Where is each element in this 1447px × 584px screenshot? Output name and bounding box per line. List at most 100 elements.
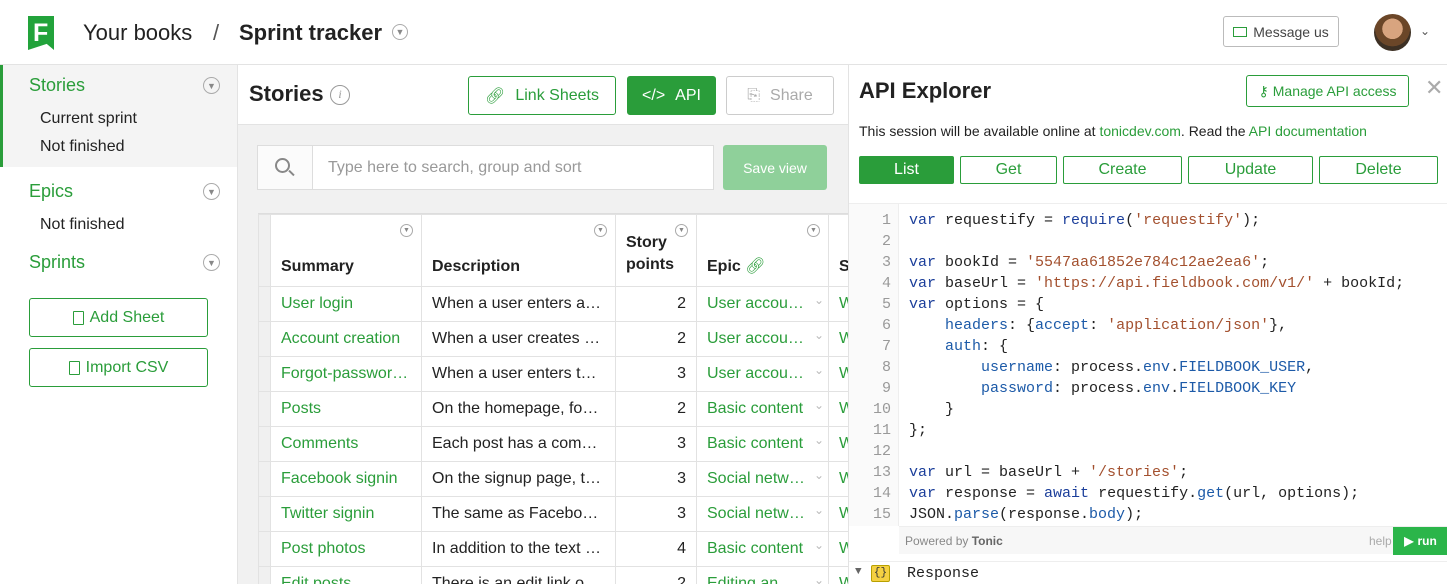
- cell-epic[interactable]: User accou…: [696, 356, 829, 392]
- cell-summary[interactable]: Forgot-passwor…: [270, 356, 422, 392]
- cell-story-points[interactable]: 2: [615, 286, 697, 322]
- column-header-description[interactable]: Description ▼: [421, 214, 616, 287]
- cell-description[interactable]: In addition to the text …: [421, 531, 616, 567]
- chevron-down-icon[interactable]: ▼: [203, 183, 220, 200]
- code-line[interactable]: 11};: [849, 420, 927, 441]
- avatar[interactable]: [1374, 14, 1411, 51]
- chevron-down-icon[interactable]: ▼: [594, 224, 607, 237]
- cell-s[interactable]: W: [828, 426, 848, 462]
- code-line[interactable]: 6 headers: {accept: 'application/json'},: [849, 315, 1287, 336]
- cell-summary[interactable]: Edit posts: [270, 566, 422, 584]
- cell-story-points[interactable]: 3: [615, 426, 697, 462]
- code-editor[interactable]: 1 var requestify = require('requestify');…: [849, 203, 1447, 558]
- code-line[interactable]: 2: [849, 231, 891, 252]
- chevron-down-icon[interactable]: ▼: [807, 224, 820, 237]
- cell-epic[interactable]: User accou…: [696, 321, 829, 357]
- table-row[interactable]: Post photos In addition to the text … 4 Bas…: [258, 531, 848, 567]
- chevron-down-icon[interactable]: ▼: [400, 224, 413, 237]
- cell-epic[interactable]: Editing an…: [696, 566, 829, 584]
- code-line[interactable]: 4 var baseUrl = 'https://api.fieldbook.co…: [849, 273, 1404, 294]
- cell-s[interactable]: W: [828, 496, 848, 532]
- cell-story-points[interactable]: 2: [615, 321, 697, 357]
- chevron-down-icon[interactable]: ⌄: [1420, 24, 1430, 38]
- breadcrumb-books-link[interactable]: Your books: [83, 20, 192, 46]
- cell-epic[interactable]: Basic content: [696, 426, 829, 462]
- cell-description[interactable]: On the homepage, fo…: [421, 391, 616, 427]
- cell-description[interactable]: Each post has a com…: [421, 426, 616, 462]
- cell-description[interactable]: The same as Faceboo…: [421, 496, 616, 532]
- table-row[interactable]: Twitter signin The same as Faceboo… 3 Socia…: [258, 496, 848, 532]
- table-row[interactable]: Edit posts There is an edit link o… 2 Editi…: [258, 566, 848, 584]
- sidebar-view-current-sprint[interactable]: Current sprint: [3, 105, 237, 133]
- tonicdev-link[interactable]: tonicdev.com: [1099, 123, 1180, 139]
- message-us-button[interactable]: Message us: [1223, 16, 1339, 47]
- column-header-epic[interactable]: Epic 🔗︎ ▼: [696, 214, 829, 287]
- cell-summary[interactable]: Twitter signin: [270, 496, 422, 532]
- table-row[interactable]: User login When a user enters a … 2 User ac…: [258, 286, 848, 322]
- table-row[interactable]: Account creation When a user creates a… 2 U…: [258, 321, 848, 357]
- cell-summary[interactable]: Post photos: [270, 531, 422, 567]
- cell-s[interactable]: W: [828, 391, 848, 427]
- chevron-down-icon[interactable]: ▼: [675, 224, 688, 237]
- tab-delete[interactable]: Delete: [1319, 156, 1438, 184]
- cell-summary[interactable]: User login: [270, 286, 422, 322]
- cell-story-points[interactable]: 2: [615, 391, 697, 427]
- code-line[interactable]: 3 var bookId = '5547aa61852e784c12ae2ea6'…: [849, 252, 1269, 273]
- tab-get[interactable]: Get: [960, 156, 1057, 184]
- sidebar-view-not-finished[interactable]: Not finished: [3, 133, 237, 161]
- search-input[interactable]: [313, 146, 713, 189]
- add-sheet-button[interactable]: Add Sheet: [29, 298, 208, 337]
- close-icon[interactable]: ✕: [1425, 75, 1443, 101]
- sidebar-item-stories[interactable]: Stories: [3, 65, 237, 105]
- cell-story-points[interactable]: 4: [615, 531, 697, 567]
- cell-summary[interactable]: Comments: [270, 426, 422, 462]
- info-icon[interactable]: i: [330, 85, 350, 105]
- column-header-summary[interactable]: Summary ▼: [270, 214, 422, 287]
- code-line[interactable]: 8 username: process.env.FIELDBOOK_USER,: [849, 357, 1314, 378]
- code-line[interactable]: 15 JSON.parse(response.body);: [849, 504, 1143, 525]
- cell-summary[interactable]: Facebook signin: [270, 461, 422, 497]
- cell-description[interactable]: When a user enters a …: [421, 286, 616, 322]
- code-line[interactable]: 13 var url = baseUrl + '/stories';: [849, 462, 1188, 483]
- sidebar-view-not-finished[interactable]: Not finished: [0, 211, 237, 239]
- fieldbook-logo-icon[interactable]: F: [28, 16, 54, 50]
- cell-epic[interactable]: Social netw…: [696, 496, 829, 532]
- expand-triangle-icon[interactable]: ▼: [855, 566, 862, 578]
- tab-create[interactable]: Create: [1063, 156, 1182, 184]
- cell-story-points[interactable]: 2: [615, 566, 697, 584]
- code-line[interactable]: 10 }: [849, 399, 954, 420]
- chevron-down-icon[interactable]: ▼: [392, 24, 408, 40]
- api-documentation-link[interactable]: API documentation: [1249, 123, 1367, 139]
- cell-story-points[interactable]: 3: [615, 356, 697, 392]
- cell-description[interactable]: On the signup page, t…: [421, 461, 616, 497]
- code-line[interactable]: 14 var response = await requestify.get(ur…: [849, 483, 1359, 504]
- code-line[interactable]: 12: [849, 441, 891, 462]
- cell-summary[interactable]: Account creation: [270, 321, 422, 357]
- cell-description[interactable]: When a user enters th…: [421, 356, 616, 392]
- chevron-down-icon[interactable]: ▼: [203, 254, 220, 271]
- help-link[interactable]: help: [1369, 534, 1392, 548]
- share-button[interactable]: ⎘ Share: [726, 76, 834, 115]
- column-header-s[interactable]: S: [828, 214, 848, 287]
- cell-epic[interactable]: Basic content: [696, 391, 829, 427]
- api-button[interactable]: </> API: [627, 76, 716, 115]
- code-line[interactable]: 1 var requestify = require('requestify');: [849, 210, 1260, 231]
- manage-api-access-button[interactable]: ⚷ Manage API access: [1246, 75, 1409, 107]
- tab-update[interactable]: Update: [1188, 156, 1313, 184]
- cell-s[interactable]: W: [828, 566, 848, 584]
- sidebar-item-epics[interactable]: Epics: [0, 171, 237, 211]
- link-sheets-button[interactable]: 🔗︎ Link Sheets: [468, 76, 616, 115]
- import-csv-button[interactable]: Import CSV: [29, 348, 208, 387]
- cell-s[interactable]: W: [828, 286, 848, 322]
- cell-description[interactable]: There is an edit link o…: [421, 566, 616, 584]
- sidebar-item-sprints[interactable]: Sprints: [0, 242, 237, 282]
- run-button[interactable]: ▶ run: [1393, 527, 1447, 555]
- cell-summary[interactable]: Posts: [270, 391, 422, 427]
- table-row[interactable]: Forgot-passwor… When a user enters th… 3 Us…: [258, 356, 848, 392]
- chevron-down-icon[interactable]: ▼: [203, 77, 220, 94]
- code-line[interactable]: 7 auth: {: [849, 336, 1008, 357]
- code-line[interactable]: 9 password: process.env.FIELDBOOK_KEY: [849, 378, 1296, 399]
- cell-epic[interactable]: Basic content: [696, 531, 829, 567]
- save-view-button[interactable]: Save view: [723, 145, 827, 190]
- code-line[interactable]: 5 var options = {: [849, 294, 1044, 315]
